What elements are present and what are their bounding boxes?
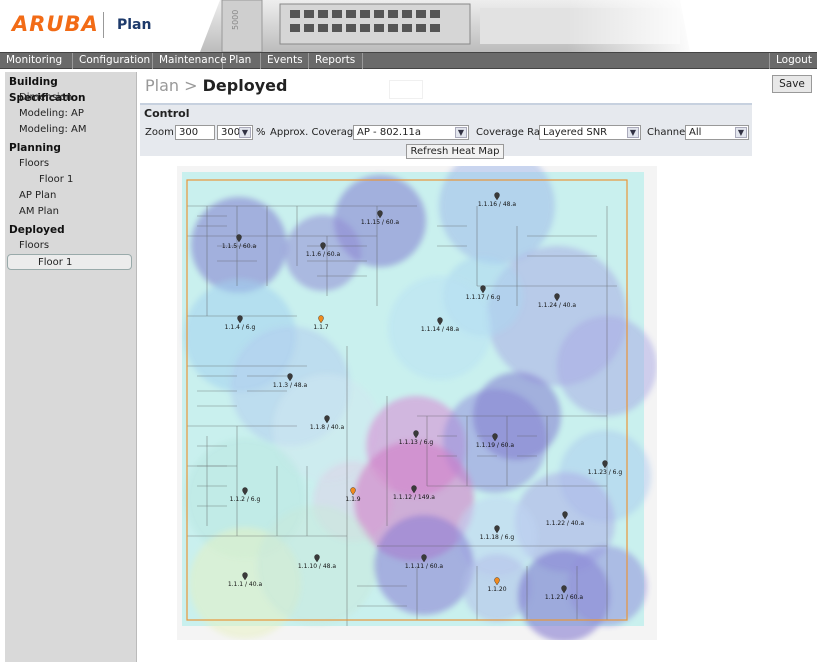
- heat-map[interactable]: 1.1.5 / 60.a 1.1.15 / 60.a 1.1.16 / 48.a 1.…: [177, 148, 657, 642]
- ap-label: 1.1.4 / 6.g: [225, 324, 256, 331]
- sidebar-section-planning[interactable]: Planning: [5, 140, 136, 156]
- sidebar-item-planning-floor-1[interactable]: Floor 1: [5, 172, 136, 188]
- ap-label: 1.1.1 / 40.a: [228, 581, 263, 588]
- sidebar-section-deployed[interactable]: Deployed: [5, 222, 136, 238]
- ap-label: 1.1.16 / 48.a: [478, 201, 516, 208]
- ap-label: 1.1.13 / 6.g: [399, 439, 434, 446]
- sidebar-item-planning-floors[interactable]: Floors: [5, 156, 136, 172]
- logo-text: ARUBA: [12, 12, 99, 36]
- ap-label: 1.1.17 / 6.g: [466, 294, 501, 301]
- nav-maintenance[interactable]: Maintenance: [153, 53, 227, 69]
- channel-label: Channel: [647, 127, 689, 138]
- ap-label: 1.1.15 / 60.a: [361, 219, 399, 226]
- ap-label: 1.1.21 / 60.a: [545, 594, 583, 601]
- zoom-select-value: 300: [221, 127, 241, 138]
- chevron-down-icon: ▼: [735, 127, 747, 138]
- coverage-label: Approx. Coverage: [270, 127, 360, 138]
- channel-select[interactable]: All ▼: [685, 125, 749, 140]
- nav-configuration[interactable]: Configuration: [73, 53, 153, 69]
- breadcrumb-current: Deployed: [202, 76, 288, 95]
- nav-monitoring[interactable]: Monitoring: [0, 53, 73, 69]
- ap-label: 1.1.18 / 6.g: [480, 534, 515, 541]
- ap-label: 1.1.11 / 60.a: [405, 563, 443, 570]
- ap-label: 1.1.5 / 60.a: [222, 243, 257, 250]
- coverage-rate-select[interactable]: Layered SNR ▼: [539, 125, 641, 140]
- breadcrumb-parent[interactable]: Plan: [145, 76, 179, 95]
- header-bar: ARUBA Plan 5000: [0, 0, 817, 52]
- control-heading: Control: [144, 107, 190, 120]
- breadcrumb-separator: >: [184, 76, 198, 95]
- coverage-select[interactable]: AP - 802.11a ▼: [353, 125, 469, 140]
- ap-label: 1.1.9: [345, 496, 360, 503]
- sidebar-item-modeling-am[interactable]: Modeling: AM: [5, 122, 136, 138]
- page-title: Plan > Deployed: [145, 76, 287, 95]
- chevron-down-icon: ▼: [627, 127, 639, 138]
- ap-label: 1.1.2 / 6.g: [230, 496, 261, 503]
- ap-label: 1.1.23 / 6.g: [588, 469, 623, 476]
- zoom-input[interactable]: 300: [175, 125, 215, 140]
- coverage-rate-select-value: Layered SNR: [543, 127, 608, 138]
- sidebar-item-dimension[interactable]: Dimension: [5, 90, 136, 106]
- nav-events[interactable]: Events: [261, 53, 309, 69]
- coverage-select-value: AP - 802.11a: [357, 127, 421, 138]
- ap-label: 1.1.14 / 48.a: [421, 326, 459, 333]
- sidebar-item-deployed-floor-1[interactable]: Floor 1: [7, 254, 132, 270]
- ap-label: 1.1.22 / 40.a: [546, 520, 584, 527]
- chevron-down-icon: ▼: [239, 127, 251, 138]
- sidebar-item-ap-plan[interactable]: AP Plan: [5, 188, 136, 204]
- refresh-heat-map-button[interactable]: Refresh Heat Map: [406, 144, 504, 159]
- nav-plan[interactable]: Plan: [223, 53, 261, 69]
- logo-divider: [103, 12, 104, 38]
- ap-label: 1.1.7: [313, 324, 328, 331]
- blank-box: [389, 80, 423, 99]
- control-panel: Control Zoom 300 300 ▼ % Approx. Coverag…: [140, 103, 752, 159]
- ap-label: 1.1.10 / 48.a: [298, 563, 336, 570]
- ap-label: 1.1.19 / 60.a: [476, 442, 514, 449]
- zoom-percent-label: %: [256, 127, 266, 138]
- ap-label: 1.1.6 / 60.a: [306, 251, 341, 258]
- sidebar-section-building-spec[interactable]: Building Specification: [5, 74, 136, 104]
- sidebar: Building Specification Dimension Modelin…: [5, 72, 137, 662]
- sidebar-item-deployed-floors[interactable]: Floors: [5, 238, 136, 254]
- ap-label: 1.1.20: [487, 586, 506, 593]
- ap-label: 1.1.8 / 40.a: [310, 424, 345, 431]
- zoom-label: Zoom: [145, 127, 174, 138]
- main-nav: Monitoring Configuration Maintenance Pla…: [0, 52, 817, 69]
- ap-label: 1.1.24 / 40.a: [538, 302, 576, 309]
- app-title: Plan: [117, 17, 152, 33]
- chevron-down-icon: ▼: [455, 127, 467, 138]
- ap-label: 1.1.3 / 48.a: [273, 382, 308, 389]
- logout-link[interactable]: Logout: [769, 53, 817, 69]
- controller-hardware-image: 5000: [200, 0, 690, 52]
- nav-reports[interactable]: Reports: [309, 53, 363, 69]
- zoom-select[interactable]: 300 ▼: [217, 125, 253, 140]
- ap-label: 1.1.12 / 149.a: [393, 494, 435, 501]
- sidebar-item-modeling-ap[interactable]: Modeling: AP: [5, 106, 136, 122]
- aruba-logo: ARUBA: [12, 12, 98, 38]
- channel-select-value: All: [689, 127, 702, 138]
- save-button[interactable]: Save: [772, 75, 812, 93]
- heat-map-canvas[interactable]: 1.1.5 / 60.a 1.1.15 / 60.a 1.1.16 / 48.a 1.…: [177, 148, 657, 642]
- control-row: Zoom 300 300 ▼ % Approx. Coverage AP - 8…: [140, 124, 752, 144]
- sidebar-item-am-plan[interactable]: AM Plan: [5, 204, 136, 220]
